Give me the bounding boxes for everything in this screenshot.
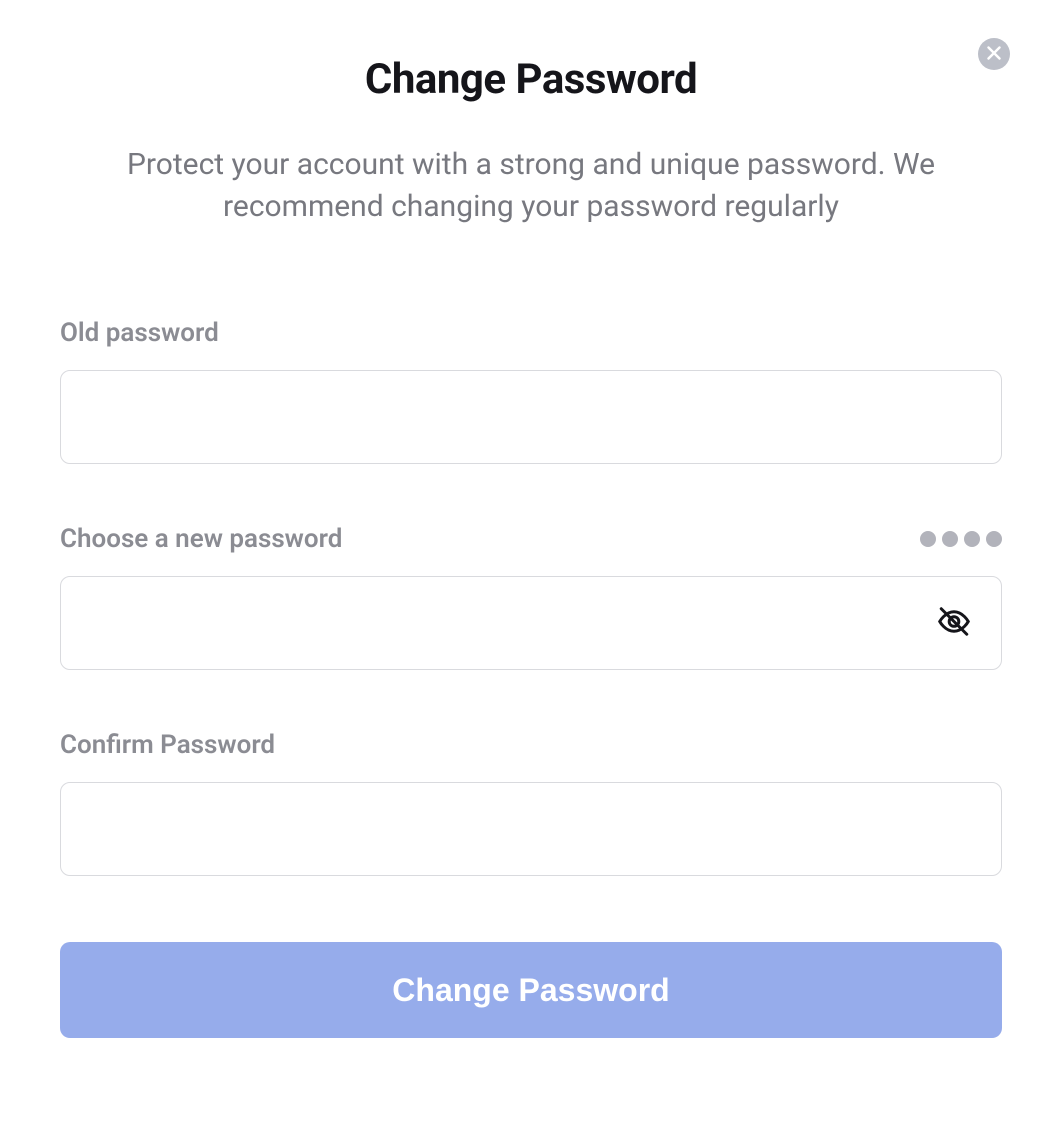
modal-subtitle: Protect your account with a strong and u… bbox=[121, 144, 941, 228]
strength-dot-icon bbox=[986, 531, 1002, 547]
old-password-label: Old password bbox=[60, 318, 219, 348]
confirm-password-label: Confirm Password bbox=[60, 730, 275, 760]
confirm-password-group: Confirm Password bbox=[60, 730, 1002, 876]
change-password-button[interactable]: Change Password bbox=[60, 942, 1002, 1038]
password-strength-indicator bbox=[920, 531, 1002, 547]
strength-dot-icon bbox=[920, 531, 936, 547]
eye-off-icon bbox=[936, 604, 972, 643]
new-password-input[interactable] bbox=[60, 576, 1002, 670]
change-password-modal: Change Password Protect your account wit… bbox=[0, 0, 1062, 1098]
confirm-password-input[interactable] bbox=[60, 782, 1002, 876]
new-password-group: Choose a new password bbox=[60, 524, 1002, 670]
close-button[interactable] bbox=[978, 38, 1010, 70]
new-password-label: Choose a new password bbox=[60, 524, 342, 554]
close-icon bbox=[987, 46, 1001, 63]
modal-title: Change Password bbox=[60, 55, 1002, 104]
strength-dot-icon bbox=[964, 531, 980, 547]
toggle-password-visibility-button[interactable] bbox=[930, 598, 978, 649]
strength-dot-icon bbox=[942, 531, 958, 547]
old-password-input[interactable] bbox=[60, 370, 1002, 464]
old-password-group: Old password bbox=[60, 318, 1002, 464]
